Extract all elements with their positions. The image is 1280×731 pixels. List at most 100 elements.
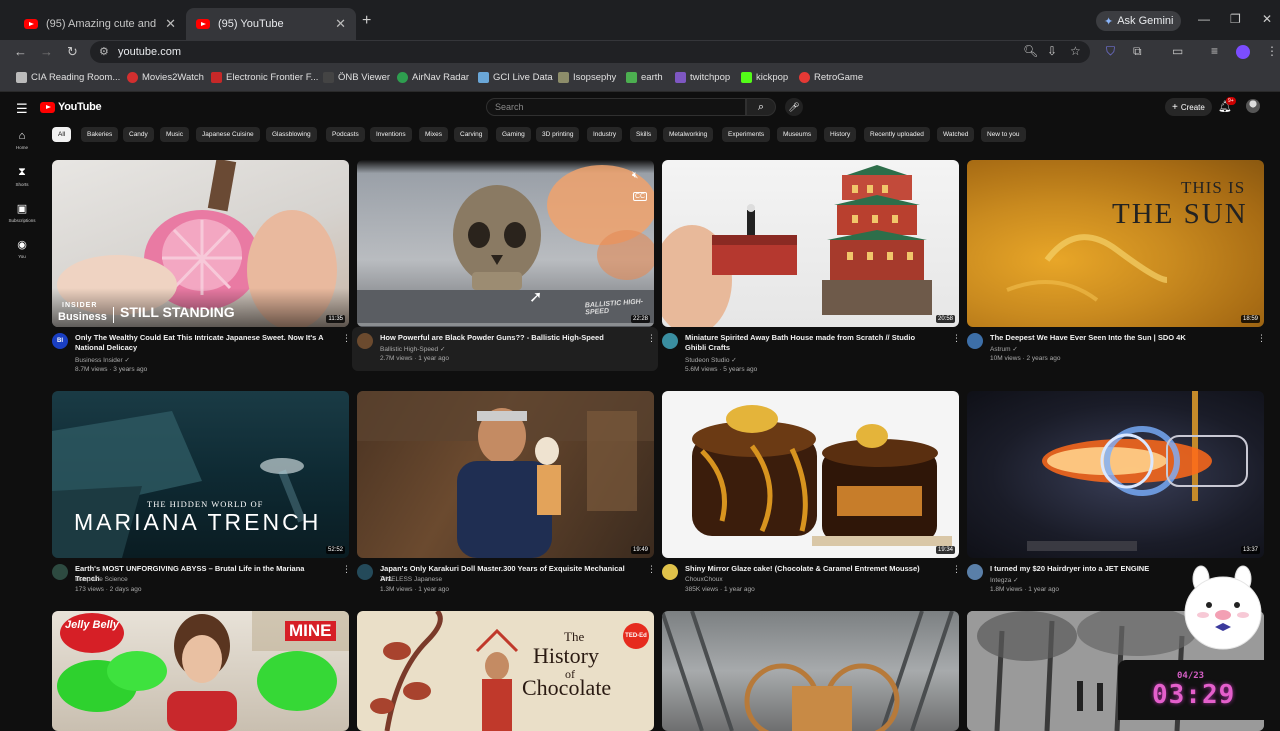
chip-history[interactable]: History: [824, 127, 857, 142]
voice-search-button[interactable]: 🎤︎: [785, 98, 803, 116]
account-avatar[interactable]: [1246, 99, 1260, 113]
chip-bakeries[interactable]: Bakeries: [81, 127, 119, 142]
chip-podcasts[interactable]: Podcasts: [326, 127, 365, 142]
video-thumbnail[interactable]: INSIDER Business STILL STANDING 11:35: [52, 160, 349, 327]
profile-avatar[interactable]: [1236, 45, 1250, 59]
video-thumbnail[interactable]: 13:37: [967, 391, 1264, 558]
channel-name[interactable]: ChouxChoux: [685, 576, 723, 583]
chip-candy[interactable]: Candy: [123, 127, 154, 142]
channel-name[interactable]: Deep Life Science: [75, 576, 128, 583]
chip-experiments[interactable]: Experiments: [722, 127, 771, 142]
video-title[interactable]: Miniature Spirited Away Bath House made …: [685, 333, 935, 353]
side-panel-icon[interactable]: ▭: [1172, 44, 1183, 58]
video-menu-icon[interactable]: ⋮: [342, 564, 351, 575]
rail-home[interactable]: ⌂ Home: [4, 130, 40, 150]
chip-metalworking[interactable]: Metalworking: [663, 127, 714, 142]
create-button[interactable]: + Create: [1165, 98, 1212, 116]
chip-japanese-cuisine[interactable]: Japanese Cuisine: [196, 127, 260, 142]
bookmark-earth[interactable]: earth: [626, 72, 663, 83]
menu-hamburger-icon[interactable]: ☰: [16, 101, 28, 117]
new-tab-icon[interactable]: +: [362, 12, 371, 30]
chip-mixes[interactable]: Mixes: [419, 127, 448, 142]
channel-avatar[interactable]: [967, 333, 983, 349]
address-bar[interactable]: ⚙ youtube.com: [90, 41, 1090, 63]
media-controls-icon[interactable]: ≡: [1211, 44, 1218, 58]
bookmark-retrogame[interactable]: RetroGame: [799, 72, 863, 83]
channel-avatar[interactable]: [662, 333, 678, 349]
captions-icon[interactable]: CC: [633, 192, 648, 201]
video-menu-icon[interactable]: ⋮: [342, 333, 351, 344]
chip-glassblowing[interactable]: Glassblowing: [266, 127, 317, 142]
video-menu-icon[interactable]: ⋮: [952, 333, 961, 344]
tab-youtube[interactable]: (95) YouTube ✕: [186, 8, 356, 40]
rail-you[interactable]: ◉ You: [4, 238, 40, 259]
channel-avatar[interactable]: [52, 564, 68, 580]
channel-name[interactable]: Ballistic High-Speed ✓: [380, 345, 445, 353]
video-menu-icon[interactable]: ⋮: [647, 564, 656, 575]
chip-carving[interactable]: Carving: [454, 127, 489, 142]
bookmark-isopsephy[interactable]: Isopsephy: [558, 72, 616, 83]
channel-avatar[interactable]: [357, 564, 373, 580]
channel-name[interactable]: Business Insider ✓: [75, 356, 130, 364]
ask-gemini-button[interactable]: ✦ Ask Gemini: [1096, 11, 1182, 31]
close-tab-icon[interactable]: ✕: [165, 16, 176, 32]
reload-icon[interactable]: ↻: [67, 44, 78, 60]
chip-music[interactable]: Music: [160, 127, 189, 142]
video-thumbnail[interactable]: TED-Ed The History of Chocolate: [357, 611, 654, 731]
bookmark-onb[interactable]: ÖNB Viewer: [323, 72, 390, 83]
video-title[interactable]: The Deepest We Have Ever Seen Into the S…: [990, 333, 1240, 343]
bookmark-airnav[interactable]: AirNav Radar: [397, 72, 469, 83]
channel-avatar[interactable]: [967, 564, 983, 580]
close-tab-icon[interactable]: ✕: [335, 16, 346, 32]
bookmark-gci[interactable]: GCI Live Data: [478, 72, 553, 83]
chip-skills[interactable]: Skills: [630, 127, 658, 142]
channel-name[interactable]: TIMELESS Japanese: [380, 576, 442, 583]
site-settings-icon[interactable]: ⚙: [99, 45, 109, 58]
chip-museums[interactable]: Museums: [777, 127, 818, 142]
video-title[interactable]: Shiny Mirror Glaze cake! (Chocolate & Ca…: [685, 564, 935, 574]
chip-industry[interactable]: Industry: [587, 127, 623, 142]
chip-recently-uploaded[interactable]: Recently uploaded: [864, 127, 930, 142]
chip-3d-printing[interactable]: 3D printing: [536, 127, 580, 142]
channel-avatar[interactable]: [357, 333, 373, 349]
install-app-icon[interactable]: ⇩: [1047, 44, 1057, 58]
video-thumbnail[interactable]: 20:58: [662, 160, 959, 327]
video-menu-icon[interactable]: ⋮: [647, 333, 656, 344]
chip-watched[interactable]: Watched: [937, 127, 975, 142]
mute-icon[interactable]: 🔇︎: [632, 170, 638, 181]
video-menu-icon[interactable]: ⋮: [1257, 333, 1266, 344]
zoom-icon[interactable]: 🔍︎: [1023, 44, 1038, 58]
channel-avatar[interactable]: BI: [52, 333, 68, 349]
bookmark-kickpop[interactable]: kickpop: [741, 72, 788, 83]
channel-avatar[interactable]: [662, 564, 678, 580]
bookmark-star-icon[interactable]: ☆: [1070, 44, 1081, 58]
video-menu-icon[interactable]: ⋮: [952, 564, 961, 575]
extensions-puzzle-icon[interactable]: ⧉: [1133, 44, 1142, 59]
channel-name[interactable]: Astrum ✓: [990, 345, 1018, 353]
search-button[interactable]: ⌕: [746, 98, 776, 116]
video-title[interactable]: How Powerful are Black Powder Guns?? - B…: [380, 333, 630, 343]
video-thumbnail[interactable]: Jelly Belly MINE: [52, 611, 349, 731]
chip-new-to-you[interactable]: New to you: [981, 127, 1026, 142]
channel-name[interactable]: Studeon Studio ✓: [685, 356, 737, 364]
bookmark-cia[interactable]: CIA Reading Room...: [16, 72, 120, 83]
bookmark-eff[interactable]: Electronic Frontier F...: [211, 72, 318, 83]
bookmark-movies2watch[interactable]: Movies2Watch: [127, 72, 204, 83]
back-icon[interactable]: ←: [14, 44, 27, 59]
video-thumbnail[interactable]: 19:34: [662, 391, 959, 558]
channel-name[interactable]: Integza ✓: [990, 576, 1019, 584]
chip-gaming[interactable]: Gaming: [496, 127, 531, 142]
video-thumbnail[interactable]: THIS IS THE SUN 18:59: [967, 160, 1264, 327]
rail-shorts[interactable]: ⧗ Shorts: [4, 166, 40, 187]
video-title[interactable]: Only The Wealthy Could Eat This Intricat…: [75, 333, 330, 353]
video-thumbnail[interactable]: THE HIDDEN WORLD OF MARIANA TRENCH 52:52: [52, 391, 349, 558]
bookmark-twitchpop[interactable]: twitchpop: [675, 72, 730, 83]
search-input[interactable]: Search: [486, 98, 746, 116]
chip-all[interactable]: All: [52, 127, 72, 142]
video-thumbnail[interactable]: 19:49: [357, 391, 654, 558]
restore-icon[interactable]: ❐: [1230, 12, 1241, 26]
close-window-icon[interactable]: ✕: [1262, 12, 1272, 26]
minimize-icon[interactable]: —: [1198, 12, 1210, 26]
chip-inventions[interactable]: Inventions: [370, 127, 412, 142]
extension-shield-icon[interactable]: ⛉: [1106, 44, 1115, 59]
